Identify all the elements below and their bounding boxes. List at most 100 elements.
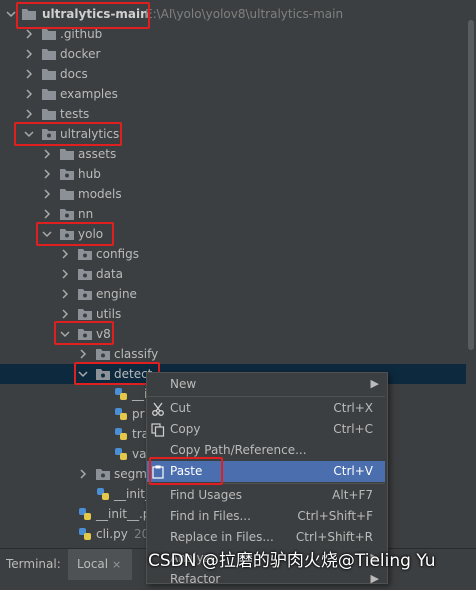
- chevron-right-icon[interactable]: [60, 249, 70, 259]
- tree-label: assets: [78, 147, 117, 161]
- chevron-right-icon[interactable]: [42, 149, 52, 159]
- package-folder-icon: [96, 368, 110, 380]
- chevron-right-icon[interactable]: [42, 169, 52, 179]
- tree-row-docker[interactable]: docker: [0, 44, 466, 64]
- python-file-icon: [114, 427, 128, 441]
- folder-icon: [42, 108, 56, 120]
- chevron-down-icon[interactable]: [42, 229, 52, 239]
- package-folder-icon: [96, 348, 110, 360]
- copy-icon: [151, 423, 165, 437]
- package-folder-icon: [42, 128, 56, 140]
- folder-icon: [42, 48, 56, 60]
- python-file-icon: [96, 487, 110, 501]
- menu-item-find-in-files[interactable]: Find in Files... Ctrl+Shift+F: [147, 506, 385, 527]
- chevron-right-icon[interactable]: [78, 349, 88, 359]
- tree-label: segm: [114, 467, 147, 481]
- tab-local[interactable]: Local: [68, 549, 132, 580]
- tree-scrollbar[interactable]: [466, 0, 476, 548]
- tree-row-examples[interactable]: examples: [0, 84, 466, 104]
- chevron-right-icon[interactable]: [78, 469, 88, 479]
- chevron-down-icon[interactable]: [24, 129, 34, 139]
- folder-icon: [22, 8, 36, 20]
- menu-item-label: Find Usages: [170, 488, 243, 502]
- folder-icon: [60, 148, 74, 160]
- menu-item-copy[interactable]: Copy Ctrl+C: [147, 419, 385, 440]
- scrollbar-thumb[interactable]: [468, 20, 474, 350]
- tree-row-models[interactable]: models: [0, 184, 466, 204]
- menu-item-label: Refactor: [170, 572, 221, 586]
- chevron-right-icon[interactable]: [24, 69, 34, 79]
- tree-row-configs[interactable]: configs: [0, 244, 466, 264]
- menu-item-label: Paste: [170, 464, 203, 478]
- tree-label: hub: [78, 167, 101, 181]
- package-folder-icon: [60, 228, 74, 240]
- folder-icon: [42, 28, 56, 40]
- menu-separator: [147, 483, 385, 484]
- tree-label: pr: [132, 407, 145, 421]
- python-file-icon: [78, 507, 92, 521]
- terminal-label: Terminal:: [6, 557, 61, 571]
- tree-row-tests[interactable]: tests: [0, 104, 466, 124]
- package-folder-icon: [78, 248, 92, 260]
- tree-row-v8[interactable]: v8: [0, 324, 466, 344]
- tree-label: models: [78, 187, 122, 201]
- package-folder-icon: [78, 328, 92, 340]
- folder-icon: [60, 188, 74, 200]
- tree-row-yolo[interactable]: yolo: [0, 224, 466, 244]
- chevron-right-icon[interactable]: [42, 209, 52, 219]
- watermark: CSDN @拉磨的驴肉火烧@Tieling Yu: [148, 551, 436, 571]
- menu-item-copy-path[interactable]: Copy Path/Reference...: [147, 440, 385, 461]
- tree-label: cli.py: [96, 527, 128, 541]
- python-file-icon: [114, 387, 128, 401]
- chevron-right-icon[interactable]: [42, 189, 52, 199]
- chevron-right-icon[interactable]: [60, 289, 70, 299]
- python-file-icon: [78, 527, 92, 541]
- chevron-down-icon[interactable]: [6, 9, 16, 19]
- chevron-down-icon[interactable]: [60, 329, 70, 339]
- tree-row-root[interactable]: ultralytics-main E:\AI\yolo\yolov8\ultra…: [0, 4, 466, 24]
- root-path: E:\AI\yolo\yolov8\ultralytics-main: [145, 7, 344, 21]
- tree-row-github[interactable]: .github: [0, 24, 466, 44]
- menu-item-paste[interactable]: Paste Ctrl+V: [147, 461, 385, 482]
- chevron-right-icon[interactable]: [24, 29, 34, 39]
- chevron-right-icon[interactable]: [24, 109, 34, 119]
- tree-row-engine[interactable]: engine: [0, 284, 466, 304]
- tree-row-ultralytics[interactable]: ultralytics: [0, 124, 466, 144]
- menu-item-shortcut: Ctrl+Shift+F: [297, 509, 373, 523]
- scissors-icon: [151, 402, 165, 416]
- submenu-arrow-icon: ▶: [370, 377, 379, 390]
- package-folder-icon: [96, 468, 110, 480]
- menu-item-shortcut: Ctrl+X: [333, 401, 373, 415]
- chevron-down-icon[interactable]: [78, 369, 88, 379]
- tree-label: classify: [114, 347, 159, 361]
- menu-item-label: Find in Files...: [170, 509, 251, 523]
- tree-label: data: [96, 267, 124, 281]
- menu-item-refactor[interactable]: Refactor ▶: [147, 569, 385, 590]
- python-file-icon: [114, 407, 128, 421]
- tree-row-data[interactable]: data: [0, 264, 466, 284]
- chevron-right-icon[interactable]: [24, 89, 34, 99]
- menu-item-shortcut: Ctrl+C: [333, 422, 373, 436]
- tree-row-docs[interactable]: docs: [0, 64, 466, 84]
- tree-label-root: ultralytics-main: [42, 7, 149, 21]
- tree-label: ultralytics: [60, 127, 120, 141]
- tree-row-utils[interactable]: utils: [0, 304, 466, 324]
- menu-item-new[interactable]: New ▶: [147, 374, 385, 395]
- tree-row-nn[interactable]: nn: [0, 204, 466, 224]
- tree-row-hub[interactable]: hub: [0, 164, 466, 184]
- tree-label: utils: [96, 307, 122, 321]
- tree-label: docs: [60, 67, 88, 81]
- tree-label: configs: [96, 247, 139, 261]
- chevron-right-icon[interactable]: [60, 309, 70, 319]
- menu-item-cut[interactable]: Cut Ctrl+X: [147, 398, 385, 419]
- folder-icon: [42, 68, 56, 80]
- tree-row-classify[interactable]: classify: [0, 344, 466, 364]
- chevron-right-icon[interactable]: [60, 269, 70, 279]
- menu-item-replace-in-files[interactable]: Replace in Files... Ctrl+Shift+R: [147, 527, 385, 548]
- close-icon[interactable]: ×: [112, 558, 121, 571]
- menu-item-shortcut: Ctrl+V: [333, 464, 373, 478]
- tree-row-assets[interactable]: assets: [0, 144, 466, 164]
- menu-item-label: Copy: [170, 422, 201, 436]
- menu-item-find-usages[interactable]: Find Usages Alt+F7: [147, 485, 385, 506]
- chevron-right-icon[interactable]: [24, 49, 34, 59]
